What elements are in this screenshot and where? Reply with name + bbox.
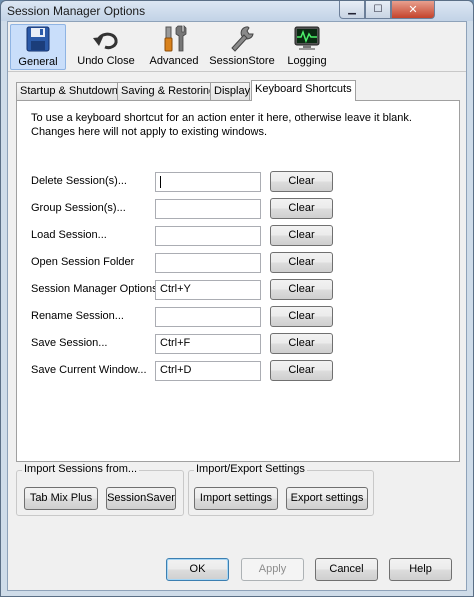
tab-display[interactable]: Display xyxy=(210,82,250,100)
clear-button-rename-session[interactable]: Clear xyxy=(270,306,333,327)
tools-icon xyxy=(158,24,190,54)
shortcut-label-rename-session: Rename Session... xyxy=(31,310,124,322)
keyboard-shortcuts-panel: To use a keyboard shortcut for an action… xyxy=(16,100,460,462)
cancel-button[interactable]: Cancel xyxy=(315,558,378,581)
clear-button-session-manager-options[interactable]: Clear xyxy=(270,279,333,300)
clear-button-group-session[interactable]: Clear xyxy=(270,198,333,219)
pane-label: Logging xyxy=(287,55,327,67)
monitor-log-icon xyxy=(291,24,323,54)
pane-sessionstore[interactable]: SessionStore xyxy=(206,24,278,70)
pane-logging[interactable]: Logging xyxy=(280,24,334,70)
wrench-icon xyxy=(226,24,258,54)
sessionsaver-button[interactable]: SessionSaver xyxy=(106,487,176,510)
shortcut-label-delete-session: Delete Session(s)... xyxy=(31,175,127,187)
pane-general[interactable]: General xyxy=(10,24,66,70)
shortcut-input-session-manager-options[interactable]: Ctrl+Y xyxy=(155,280,261,300)
shortcut-input-delete-session[interactable] xyxy=(155,172,261,192)
clear-button-save-session[interactable]: Clear xyxy=(270,333,333,354)
export-settings-button[interactable]: Export settings xyxy=(286,487,368,510)
import-settings-button[interactable]: Import settings xyxy=(194,487,278,510)
shortcut-input-save-session[interactable]: Ctrl+F xyxy=(155,334,261,354)
shortcut-label-save-session: Save Session... xyxy=(31,337,108,349)
tab-strip: Startup & Shutdown Saving & Restoring Di… xyxy=(16,80,456,101)
close-button[interactable]: ✕ xyxy=(391,1,435,19)
minimize-button[interactable]: ▁ xyxy=(339,1,365,19)
minimize-icon: ▁ xyxy=(348,4,356,15)
shortcut-input-open-session-folder[interactable] xyxy=(155,253,261,273)
text-caret xyxy=(160,176,161,188)
close-icon: ✕ xyxy=(408,3,418,16)
pane-label: General xyxy=(18,56,58,68)
tab-keyboard-shortcuts[interactable]: Keyboard Shortcuts xyxy=(251,80,356,101)
pane-undo-close[interactable]: Undo Close xyxy=(70,24,142,70)
maximize-icon: ☐ xyxy=(373,4,383,15)
import-sessions-title: Import Sessions from... xyxy=(22,463,140,475)
shortcut-label-group-session: Group Session(s)... xyxy=(31,202,126,214)
window-title: Session Manager Options xyxy=(7,4,146,18)
maximize-button[interactable]: ☐ xyxy=(365,1,391,19)
ok-button[interactable]: OK xyxy=(166,558,229,581)
clear-button-save-current-window[interactable]: Clear xyxy=(270,360,333,381)
help-button[interactable]: Help xyxy=(389,558,452,581)
shortcut-input-rename-session[interactable] xyxy=(155,307,261,327)
pane-selector: General Undo Close Advanced SessionStore… xyxy=(8,22,466,72)
dialog-client: General Undo Close Advanced SessionStore… xyxy=(7,21,467,591)
options-window: Session Manager Options ▁ ☐ ✕ General Un… xyxy=(0,0,474,597)
clear-button-open-session-folder[interactable]: Clear xyxy=(270,252,333,273)
shortcut-label-session-manager-options: Session Manager Options xyxy=(31,283,158,295)
tab-saving-restoring[interactable]: Saving & Restoring xyxy=(117,82,215,100)
pane-label: SessionStore xyxy=(209,55,275,67)
floppy-disk-icon xyxy=(22,25,54,55)
shortcut-input-save-current-window[interactable]: Ctrl+D xyxy=(155,361,261,381)
import-export-title: Import/Export Settings xyxy=(194,463,307,475)
shortcuts-intro: To use a keyboard shortcut for an action… xyxy=(31,112,412,138)
apply-button[interactable]: Apply xyxy=(241,558,304,581)
shortcut-input-group-session[interactable] xyxy=(155,199,261,219)
clear-button-delete-session[interactable]: Clear xyxy=(270,171,333,192)
pane-advanced[interactable]: Advanced xyxy=(142,24,206,70)
undo-arrow-icon xyxy=(90,24,122,54)
pane-label: Advanced xyxy=(149,55,199,67)
title-bar[interactable]: Session Manager Options ▁ ☐ ✕ xyxy=(1,1,473,21)
clear-button-load-session[interactable]: Clear xyxy=(270,225,333,246)
shortcut-label-load-session: Load Session... xyxy=(31,229,107,241)
shortcut-label-save-current-window: Save Current Window... xyxy=(31,364,147,376)
tab-startup-shutdown[interactable]: Startup & Shutdown xyxy=(16,82,118,100)
shortcut-input-load-session[interactable] xyxy=(155,226,261,246)
tab-mix-plus-button[interactable]: Tab Mix Plus xyxy=(24,487,98,510)
pane-label: Undo Close xyxy=(77,55,135,67)
shortcut-label-open-session-folder: Open Session Folder xyxy=(31,256,135,268)
